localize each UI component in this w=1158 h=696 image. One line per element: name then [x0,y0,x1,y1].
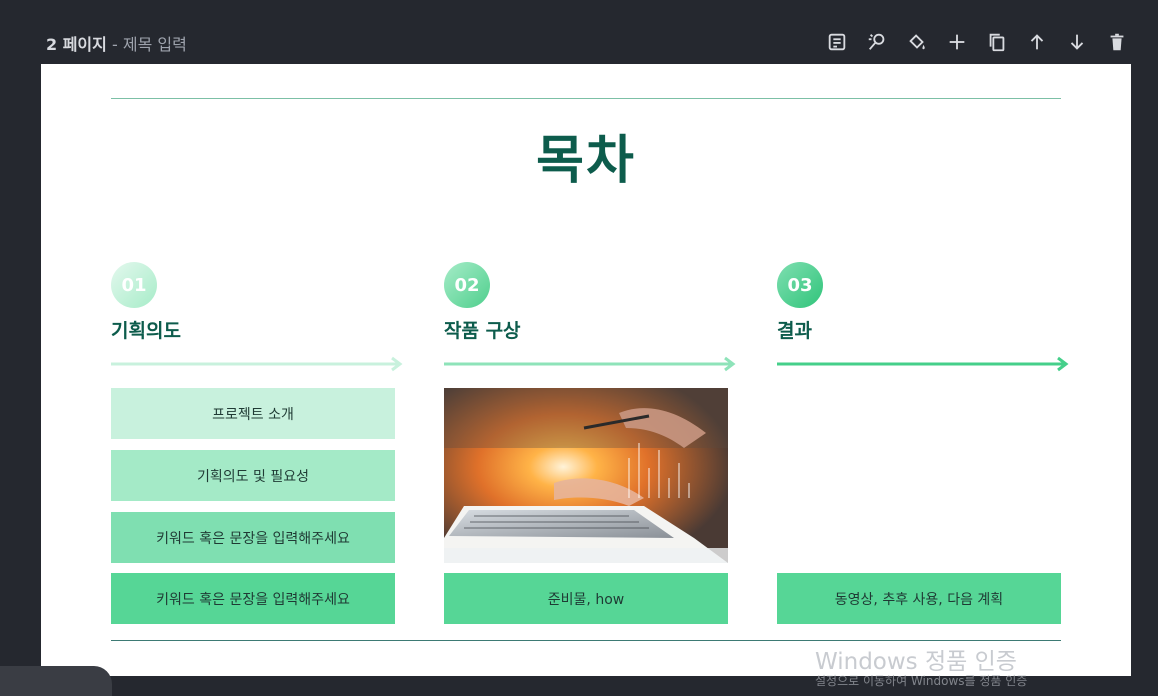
magic-edit-button[interactable] [862,28,892,56]
add-icon [949,34,965,50]
toc-item[interactable]: 준비물, how [444,573,728,624]
section-heading[interactable]: 작품 구상 [444,316,728,343]
toc-item[interactable]: 기획의도 및 필요성 [111,450,395,501]
page-header: 2 페이지 - 제목 입력 [0,0,1158,64]
section-number-badge: 03 [777,262,823,308]
paint-bucket-icon [909,34,925,50]
move-down-button[interactable] [1062,28,1092,56]
page-toolbar [822,28,1132,56]
section-number-badge: 02 [444,262,490,308]
top-divider [111,98,1061,99]
toc-item[interactable]: 프로젝트 소개 [111,388,395,439]
notes-icon [828,33,846,51]
slide-title[interactable]: 목차 [41,118,1131,193]
toc-column-2: 02 작품 구상 준비물, how [444,262,736,624]
duplicate-icon [989,33,1005,52]
windows-activation-watermark: Windows 정품 인증 [815,649,1017,675]
toc-item[interactable]: 동영상, 추후 사용, 다음 계획 [777,573,1061,624]
toc-column-1: 01 기획의도 프로젝트 소개 기획의도 및 필요성 키워드 혹은 문장을 입력… [111,262,403,624]
section-arrow [444,356,736,372]
add-page-button[interactable] [942,28,972,56]
laptop-photo[interactable] [444,388,728,563]
fill-color-button[interactable] [902,28,932,56]
page-label[interactable]: 2 페이지 - 제목 입력 [46,31,187,55]
section-arrow [777,356,1069,372]
page-number: 2 페이지 [46,35,107,54]
bottom-divider [111,640,1061,641]
delete-icon [1110,33,1124,51]
page-separator: - [111,35,118,54]
section-heading[interactable]: 결과 [777,316,1061,343]
page-title-input[interactable]: 제목 입력 [123,35,187,54]
delete-page-button[interactable] [1102,28,1132,56]
move-down-icon [1070,34,1084,50]
section-arrow [111,356,403,372]
move-up-icon [1030,34,1044,50]
duplicate-page-button[interactable] [982,28,1012,56]
section-number-badge: 01 [111,262,157,308]
notes-button[interactable] [822,28,852,56]
move-up-button[interactable] [1022,28,1052,56]
toc-item[interactable]: 키워드 혹은 문장을 입력해주세요 [111,573,395,624]
slide-canvas[interactable]: 목차 01 기획의도 프로젝트 소개 기획의도 및 필요성 키워드 혹은 문장을… [41,64,1131,676]
section-heading[interactable]: 기획의도 [111,316,395,343]
magic-edit-icon [868,33,885,50]
bottom-panel-tab[interactable] [0,666,112,696]
toc-column-3: 03 결과 동영상, 추후 사용, 다음 계획 [777,262,1069,624]
toc-item[interactable]: 키워드 혹은 문장을 입력해주세요 [111,512,395,563]
